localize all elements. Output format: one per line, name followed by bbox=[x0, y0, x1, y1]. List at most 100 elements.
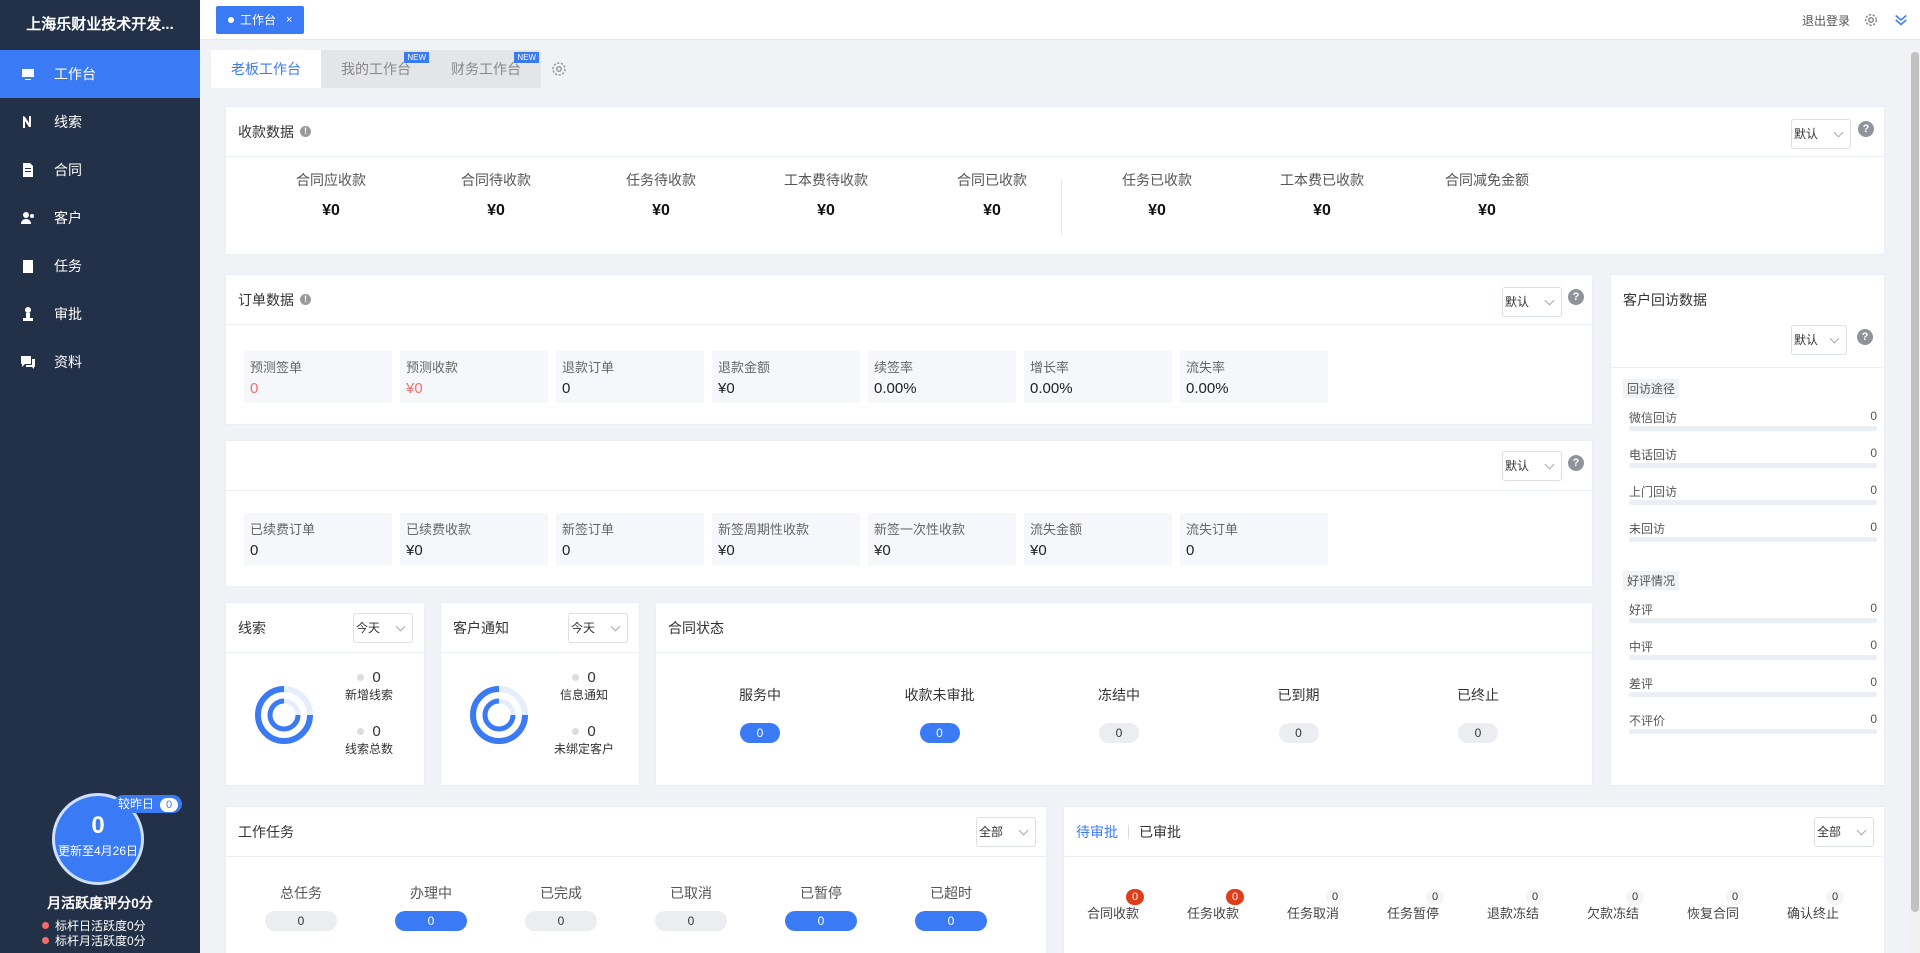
collection-select[interactable]: 默认 bbox=[1791, 119, 1851, 149]
approval-label: 退款冻结 bbox=[1486, 906, 1539, 921]
bullet-icon bbox=[42, 937, 49, 944]
task-stat[interactable]: 已取消 0 bbox=[636, 883, 746, 931]
approval-item[interactable]: 任务取消 0 bbox=[1268, 889, 1358, 922]
double-chevron-down-icon[interactable] bbox=[1892, 11, 1910, 29]
stat-value: ¥0 bbox=[1313, 202, 1331, 219]
revisit-value: 0 bbox=[1870, 520, 1877, 534]
collection-stat: 任务已收款 ¥0 bbox=[1077, 170, 1237, 220]
stat-label: 流失金额 bbox=[1030, 522, 1083, 537]
approval-item[interactable]: 恢复合同 0 bbox=[1668, 889, 1758, 922]
vertical-scrollbar[interactable] bbox=[1910, 52, 1920, 953]
notice-select[interactable]: 今天 bbox=[568, 613, 628, 643]
total-clue-value: 0 bbox=[372, 723, 381, 740]
task-stat[interactable]: 总任务 0 bbox=[246, 883, 356, 931]
task-stat[interactable]: 办理中 0 bbox=[376, 883, 486, 931]
renewal-select[interactable]: 默认 bbox=[1502, 451, 1562, 481]
approval-select[interactable]: 全部 bbox=[1814, 817, 1874, 847]
contract-status-item[interactable]: 已终止 0 bbox=[1428, 685, 1528, 743]
help-icon[interactable]: ? bbox=[1857, 329, 1873, 345]
collection-stat: 合同已收款 ¥0 bbox=[912, 170, 1072, 220]
revisit-row: 电话回访 0 bbox=[1629, 446, 1877, 468]
approval-item[interactable]: 任务暂停 0 bbox=[1368, 889, 1458, 922]
status-count: 0 bbox=[1099, 723, 1139, 743]
task-stat[interactable]: 已超时 0 bbox=[896, 883, 1006, 931]
approval-item[interactable]: 任务收款 0 bbox=[1168, 889, 1258, 922]
info-icon[interactable]: ! bbox=[300, 294, 311, 305]
info-icon[interactable]: ! bbox=[300, 126, 311, 137]
tab-finance-workbench[interactable]: 财务工作台 NEW bbox=[431, 50, 541, 88]
tab-label: 财务工作台 bbox=[451, 61, 521, 77]
logout-link[interactable]: 退出登录 bbox=[1802, 12, 1850, 29]
tab-pending-approval[interactable]: 待审批 bbox=[1076, 822, 1118, 842]
tab-label: 老板工作台 bbox=[231, 61, 301, 77]
sidebar-item-task[interactable]: 任务 bbox=[0, 242, 200, 290]
top-bar: 工作台 × 退出登录 bbox=[200, 0, 1920, 40]
scrollbar-thumb[interactable] bbox=[1911, 52, 1919, 912]
task-select[interactable]: 全部 bbox=[976, 817, 1036, 847]
card-header: 收款数据! bbox=[226, 107, 1884, 157]
close-icon[interactable]: × bbox=[286, 6, 292, 34]
sidebar-item-approval[interactable]: 审批 bbox=[0, 290, 200, 338]
new-clue-label: 新增线索 bbox=[344, 688, 393, 702]
approval-label: 任务收款 bbox=[1186, 906, 1239, 921]
page-tab-workbench[interactable]: 工作台 × bbox=[216, 6, 305, 34]
contract-status-item[interactable]: 收款未审批 0 bbox=[890, 685, 990, 743]
task-label: 已完成 bbox=[540, 885, 582, 901]
tab-approved[interactable]: 已审批 bbox=[1139, 822, 1181, 842]
approval-item[interactable]: 欠款冻结 0 bbox=[1568, 889, 1658, 922]
activity-panel: 0 更新至4月26日 较昨日 0 月活跃度评分0分 标杆日活跃度0分 标杆月活跃度… bbox=[0, 793, 200, 953]
status-label: 冻结中 bbox=[1098, 687, 1140, 703]
sidebar-item-customer[interactable]: 客户 bbox=[0, 194, 200, 242]
help-icon[interactable]: ? bbox=[1568, 289, 1584, 305]
card-title: 收款数据 bbox=[238, 123, 294, 140]
contract-status-item[interactable]: 冻结中 0 bbox=[1069, 685, 1169, 743]
revisit-select[interactable]: 默认 bbox=[1791, 325, 1847, 355]
sidebar-item-dashboard[interactable]: 工作台 bbox=[0, 50, 200, 98]
status-count: 0 bbox=[740, 723, 780, 743]
card-title: 客户回访数据 bbox=[1623, 292, 1707, 308]
revisit-value: 0 bbox=[1870, 601, 1877, 615]
revisit-bar bbox=[1629, 500, 1877, 505]
select-value: 默认 bbox=[1505, 459, 1530, 473]
approval-item[interactable]: 退款冻结 0 bbox=[1468, 889, 1558, 922]
task-stat[interactable]: 已暂停 0 bbox=[766, 883, 876, 931]
gear-icon[interactable] bbox=[1862, 11, 1880, 29]
sidebar-item-data[interactable]: 资料 bbox=[0, 338, 200, 386]
data-icon bbox=[20, 354, 36, 370]
card-header: 客户回访数据 bbox=[1611, 275, 1884, 325]
clue-card: 线索 今天 0 新增线索 0 线索总数 bbox=[225, 602, 425, 786]
contract-status-item[interactable]: 服务中 0 bbox=[710, 685, 810, 743]
help-icon[interactable]: ? bbox=[1858, 121, 1874, 137]
tab-my-workbench[interactable]: 我的工作台 NEW bbox=[321, 50, 431, 88]
renew-stat: 已续费收款 ¥0 bbox=[400, 513, 548, 565]
orders-stat: 流失率 0.00% bbox=[1180, 351, 1328, 403]
card-title: 工作任务 bbox=[238, 823, 294, 840]
new-clue-stat: 0 新增线索 bbox=[334, 669, 404, 703]
clue-donut-chart bbox=[255, 686, 313, 744]
approval-item[interactable]: 合同收款 0 bbox=[1068, 889, 1158, 922]
select-value: 默认 bbox=[1505, 295, 1530, 309]
revisit-label: 微信回访 bbox=[1629, 411, 1678, 425]
page-tab-label: 工作台 bbox=[240, 13, 277, 27]
sidebar-item-contract[interactable]: 合同 bbox=[0, 146, 200, 194]
approval-item[interactable]: 确认终止 0 bbox=[1768, 889, 1858, 922]
sidebar-item-label: 审批 bbox=[54, 306, 82, 322]
revisit-label: 未回访 bbox=[1629, 522, 1666, 536]
stat-label: 任务待收款 bbox=[626, 172, 696, 188]
approval-count-badge: 0 bbox=[1826, 889, 1844, 905]
stat-value: ¥0 bbox=[406, 380, 423, 397]
help-icon[interactable]: ? bbox=[1568, 455, 1584, 471]
clue-select[interactable]: 今天 bbox=[353, 613, 413, 643]
stat-value: ¥0 bbox=[718, 542, 735, 559]
contract-status-item[interactable]: 已到期 0 bbox=[1249, 685, 1349, 743]
task-stat[interactable]: 已完成 0 bbox=[506, 883, 616, 931]
tab-boss-workbench[interactable]: 老板工作台 bbox=[211, 50, 321, 88]
orders-select[interactable]: 默认 bbox=[1502, 287, 1562, 317]
renew-stat: 新签周期性收款 ¥0 bbox=[712, 513, 860, 565]
sidebar-item-clue[interactable]: 线索 bbox=[0, 98, 200, 146]
contract-icon bbox=[20, 162, 36, 178]
stat-value: ¥0 bbox=[1478, 202, 1496, 219]
dot-icon bbox=[228, 17, 234, 23]
task-label: 已取消 bbox=[670, 885, 712, 901]
tab-settings-gear-icon[interactable] bbox=[541, 50, 577, 88]
